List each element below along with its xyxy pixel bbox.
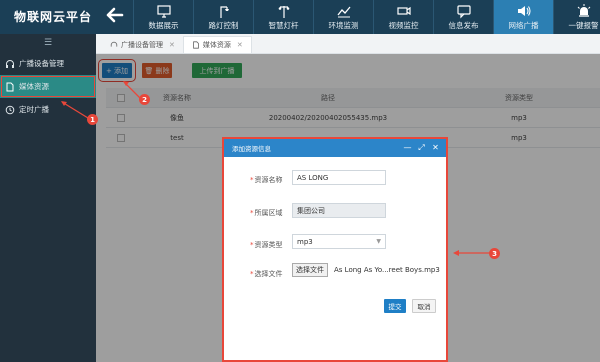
maximize-icon[interactable]: ⤢	[417, 143, 426, 152]
nav-item-env-monitor[interactable]: 环境监测	[313, 0, 373, 34]
headset-icon	[110, 41, 118, 47]
dialog-header: 添加资源信息 — ⤢ ✕	[224, 139, 446, 157]
name-label-text: 资源名称	[254, 176, 283, 184]
dialog-controls: — ⤢ ✕	[398, 143, 440, 153]
submit-button[interactable]: 提交	[384, 299, 406, 313]
close-icon[interactable]: ✕	[169, 41, 175, 49]
close-icon[interactable]: ✕	[237, 41, 243, 49]
area-input: 集团公司	[292, 203, 386, 218]
nav-item-video-monitor[interactable]: 视频监控	[373, 0, 433, 34]
sidebar-item-label: 定时广播	[19, 105, 49, 114]
clock-icon	[5, 105, 15, 114]
area-field-label: *所属区域	[250, 209, 283, 217]
main-nav: 数据展示 路灯控制 智慧灯杆 环境监测 视频监控 信息发布 网络广播 一键报警	[133, 0, 600, 34]
nav-item-network-broadcast[interactable]: 网络广播	[493, 0, 553, 34]
monitor-icon	[156, 5, 171, 18]
type-select-value: mp3	[297, 237, 313, 246]
annotation-badge-3: 3	[489, 248, 500, 259]
sidebar: ☰ 广播设备管理 媒体资源 定时广播	[0, 34, 96, 362]
sidebar-toggle[interactable]: ☰	[0, 34, 96, 52]
sidebar-item-media-resources[interactable]: 媒体资源	[0, 75, 96, 98]
minimize-icon[interactable]: —	[403, 143, 412, 152]
sidebar-item-scheduled-broadcast[interactable]: 定时广播	[0, 98, 96, 121]
sidebar-item-label: 广播设备管理	[19, 59, 64, 68]
sidebar-item-broadcast-devices[interactable]: 广播设备管理	[0, 52, 96, 75]
file-icon	[6, 82, 14, 91]
name-field-label: *资源名称	[250, 176, 283, 184]
lamp-icon	[219, 6, 229, 18]
type-label-text: 资源类型	[254, 241, 283, 249]
headset-icon	[6, 59, 14, 68]
camera-icon	[396, 6, 411, 16]
nav-item-streetlight-control[interactable]: 路灯控制	[193, 0, 253, 34]
tab-media-resources[interactable]: 媒体资源 ✕	[182, 36, 252, 53]
tab-broadcast-devices[interactable]: 广播设备管理 ✕	[102, 36, 183, 53]
nav-label: 智慧灯杆	[268, 21, 299, 30]
close-icon[interactable]: ✕	[431, 143, 440, 152]
file-label-text: 选择文件	[254, 270, 283, 278]
annotation-badge-2: 2	[139, 94, 150, 105]
alarm-icon	[577, 4, 590, 17]
nav-label: 视频监控	[388, 21, 419, 30]
chart-icon	[336, 6, 350, 18]
cancel-button[interactable]: 取消	[412, 299, 436, 313]
nav-item-one-key-alarm[interactable]: 一键报警	[553, 0, 600, 34]
choose-file-button[interactable]: 选择文件	[292, 263, 328, 277]
sidebar-item-label: 媒体资源	[19, 82, 49, 91]
speaker-icon	[517, 6, 531, 16]
file-field-label: *选择文件	[250, 270, 283, 278]
app-title: 物联网云平台	[14, 10, 93, 24]
nav-label: 一键报警	[568, 21, 599, 30]
annotation-badge-1: 1	[87, 114, 98, 125]
area-label-text: 所属区域	[254, 209, 283, 217]
pole-icon	[278, 6, 289, 18]
back-arrow-icon[interactable]	[106, 6, 124, 24]
selected-file-name: As Long As Yo...reet Boys.mp3	[334, 266, 440, 274]
top-header: 物联网云平台 数据展示 路灯控制 智慧灯杆 环境监测 视频监控 信息发布 网络广…	[0, 0, 600, 34]
dialog-title: 添加资源信息	[232, 145, 271, 153]
nav-item-data-display[interactable]: 数据展示	[133, 0, 193, 34]
resource-type-select[interactable]: mp3 ▼	[292, 234, 386, 249]
nav-item-info-publish[interactable]: 信息发布	[433, 0, 493, 34]
message-icon	[456, 5, 471, 19]
nav-label: 路灯控制	[208, 21, 239, 30]
nav-label: 网络广播	[508, 21, 539, 30]
file-icon	[193, 41, 199, 49]
chevron-down-icon: ▼	[376, 238, 381, 245]
nav-label: 环境监测	[328, 21, 359, 30]
nav-label: 信息发布	[448, 21, 479, 30]
resource-name-input[interactable]: AS LONG	[292, 170, 386, 185]
nav-label: 数据展示	[148, 21, 179, 30]
type-field-label: *资源类型	[250, 241, 283, 249]
tab-bar: 广播设备管理 ✕ 媒体资源 ✕	[96, 34, 600, 54]
tab-label: 广播设备管理	[121, 40, 163, 49]
nav-item-smart-pole[interactable]: 智慧灯杆	[253, 0, 313, 34]
add-resource-dialog: 添加资源信息 — ⤢ ✕ *资源名称 AS LONG *所属区域 集团公司 *资…	[222, 137, 448, 362]
tab-label: 媒体资源	[202, 41, 231, 49]
